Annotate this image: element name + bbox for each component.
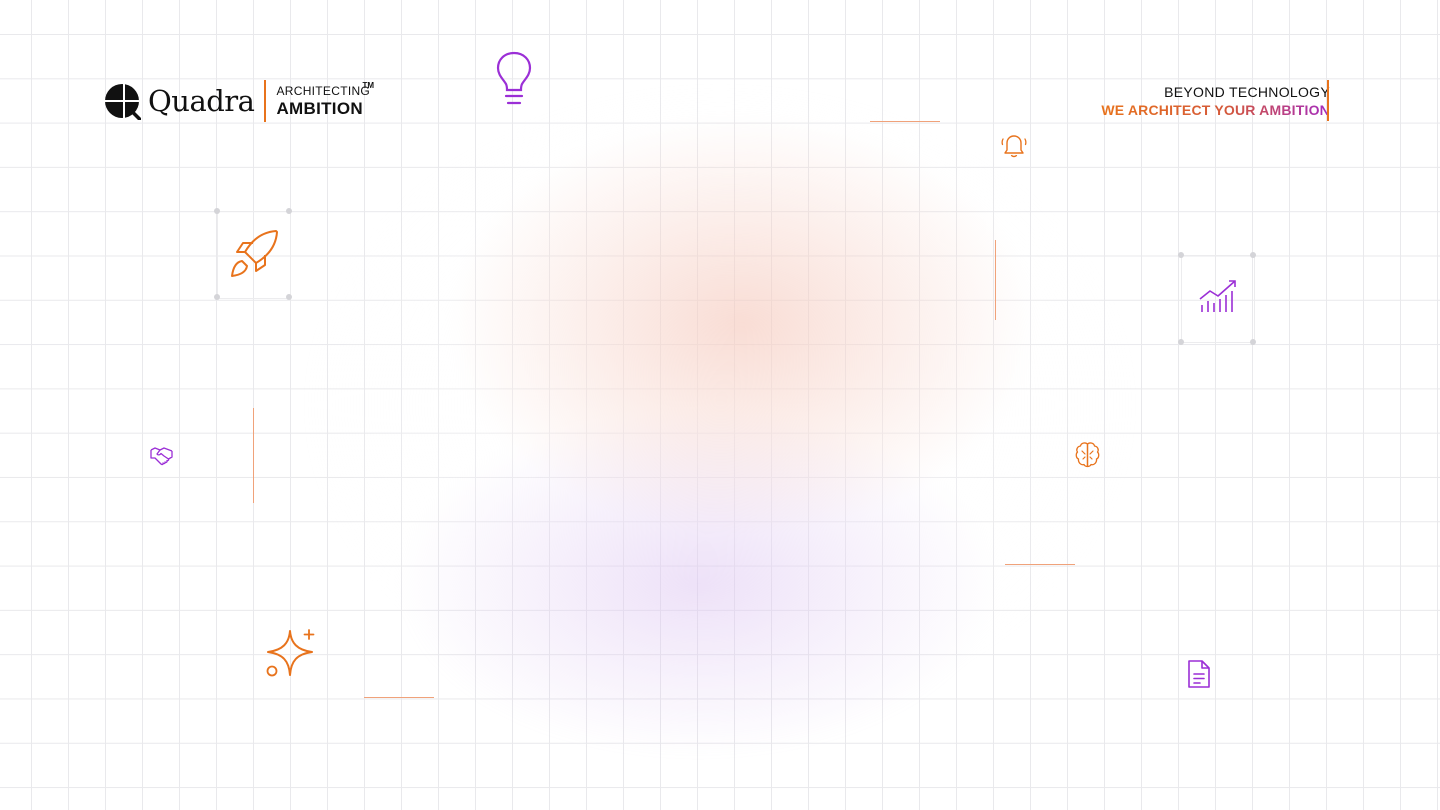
decor-line xyxy=(995,240,996,320)
tagline-line1: BEYOND TECHNOLOGY xyxy=(1164,84,1330,100)
tagline-line2: WE ARCHITECT YOUR AMBITION xyxy=(1101,102,1330,118)
decor-line xyxy=(364,697,434,698)
tagline-divider xyxy=(1327,80,1329,121)
brand-tag-big: AMBITION xyxy=(276,99,363,118)
brand-tag-small: ARCHITECTING xyxy=(276,84,371,98)
bell-icon xyxy=(1001,135,1027,158)
quadra-logo-icon xyxy=(105,83,141,120)
decor-line xyxy=(870,121,940,122)
brain-icon xyxy=(1075,442,1100,468)
decor-line xyxy=(253,408,254,503)
handshake-icon xyxy=(150,447,173,466)
logo-divider xyxy=(264,80,267,122)
sparkle-icon xyxy=(266,629,315,677)
brand-name: Quadra xyxy=(148,84,255,118)
trademark-mark: TM xyxy=(362,81,375,90)
header-tagline: BEYOND TECHNOLOGY WE ARCHITECT YOUR AMBI… xyxy=(1101,83,1330,119)
brand-logo[interactable]: Quadra ARCHITECTING AMBITION TM xyxy=(104,80,374,122)
chart-icon xyxy=(1199,280,1236,312)
brand-tagline: ARCHITECTING AMBITION TM xyxy=(276,82,374,118)
decor-line xyxy=(1005,564,1075,565)
document-icon xyxy=(1188,660,1210,688)
rocket-icon xyxy=(231,230,278,277)
lightbulb-icon xyxy=(496,51,532,105)
